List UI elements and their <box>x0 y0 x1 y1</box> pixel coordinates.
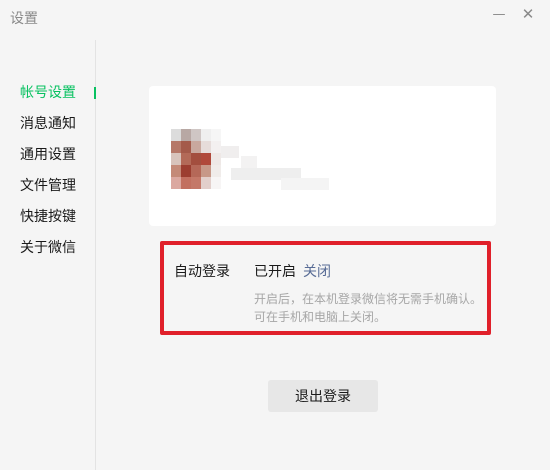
sidebar-item-files[interactable]: 文件管理 <box>20 175 76 197</box>
window-title: 设置 <box>10 11 38 27</box>
nickname-placeholder <box>221 146 331 191</box>
sidebar-item-account[interactable]: 帐号设置 <box>20 82 76 104</box>
account-card <box>149 86 496 226</box>
auto-login-description-line2: 可在手机和电脑上关闭。 <box>254 310 387 324</box>
auto-login-status: 已开启 <box>254 264 296 280</box>
auto-login-label: 自动登录 <box>174 264 230 280</box>
title-bar: 设置 — ✕ <box>0 0 550 40</box>
sidebar-item-shortcuts[interactable]: 快捷按键 <box>20 206 76 228</box>
sidebar-item-general[interactable]: 通用设置 <box>20 144 76 166</box>
logout-button[interactable]: 退出登录 <box>268 380 378 412</box>
avatar <box>171 129 221 189</box>
active-nav-indicator <box>94 87 96 99</box>
auto-login-disable-link[interactable]: 关闭 <box>303 261 331 281</box>
auto-login-description: 开启后，在本机登录微信将无需手机确认。 可在手机和电脑上关闭。 <box>254 290 484 326</box>
sidebar-item-about[interactable]: 关于微信 <box>20 237 76 259</box>
minimize-icon[interactable]: — <box>487 2 511 26</box>
auto-login-description-line1: 开启后，在本机登录微信将无需手机确认。 <box>254 292 483 306</box>
close-icon[interactable]: ✕ <box>516 2 540 26</box>
sidebar-item-notifications[interactable]: 消息通知 <box>20 113 76 135</box>
